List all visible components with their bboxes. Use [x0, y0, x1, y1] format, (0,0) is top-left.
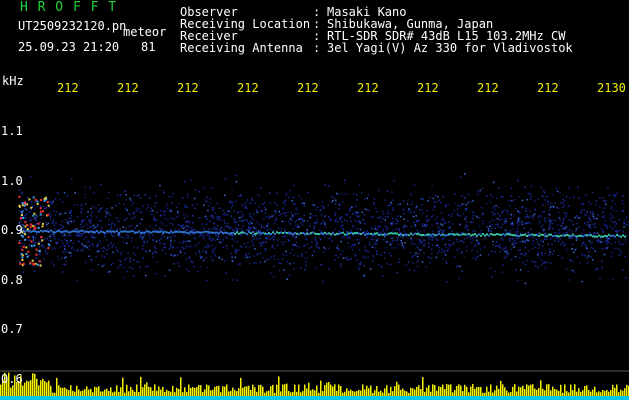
x-tick-label: 212 [177, 81, 199, 95]
x-tick-label: 212 [57, 81, 79, 95]
separator: : [313, 41, 321, 55]
count: 81 [141, 40, 156, 54]
amplitude-baseline [0, 396, 629, 400]
x-tick-label: 212 [117, 81, 139, 95]
x-tick-label: 212 [237, 81, 259, 95]
y-tick-label: 1.0 [1, 174, 23, 188]
x-tick-label: 212 [357, 81, 379, 95]
spectrogram-plot [0, 173, 629, 400]
x-tick-label: 212 [417, 81, 439, 95]
hrofft-window: H R O F F T UT2509232120.pn meteor 25.09… [0, 0, 629, 400]
y-tick-label: 0.9 [1, 223, 23, 237]
y-tick-label: 0.7 [1, 322, 23, 336]
y-tick-label: 1.1 [1, 124, 23, 138]
y-tick-label: 0.8 [1, 273, 23, 287]
x-tick-label: 212 [477, 81, 499, 95]
mode-label: meteor [123, 25, 167, 39]
file-name: UT2509232120.pn [18, 19, 127, 33]
x-tick-label: 2130 [597, 81, 626, 95]
antenna-value: 3el Yagi(V) Az 330 for Vladivostok [327, 41, 573, 55]
axis-unit-label: kHz [2, 74, 24, 88]
noise-layer [18, 173, 629, 285]
y-tick-label: 0.6 [1, 372, 23, 386]
datetime: 25.09.23 21:20 [18, 40, 120, 54]
x-tick-label: 212 [297, 81, 319, 95]
antenna-label: Receiving Antenna [180, 41, 303, 55]
amplitude-bars [0, 372, 629, 396]
app-logo: H R O F F T [20, 0, 118, 15]
x-tick-label: 212 [537, 81, 559, 95]
